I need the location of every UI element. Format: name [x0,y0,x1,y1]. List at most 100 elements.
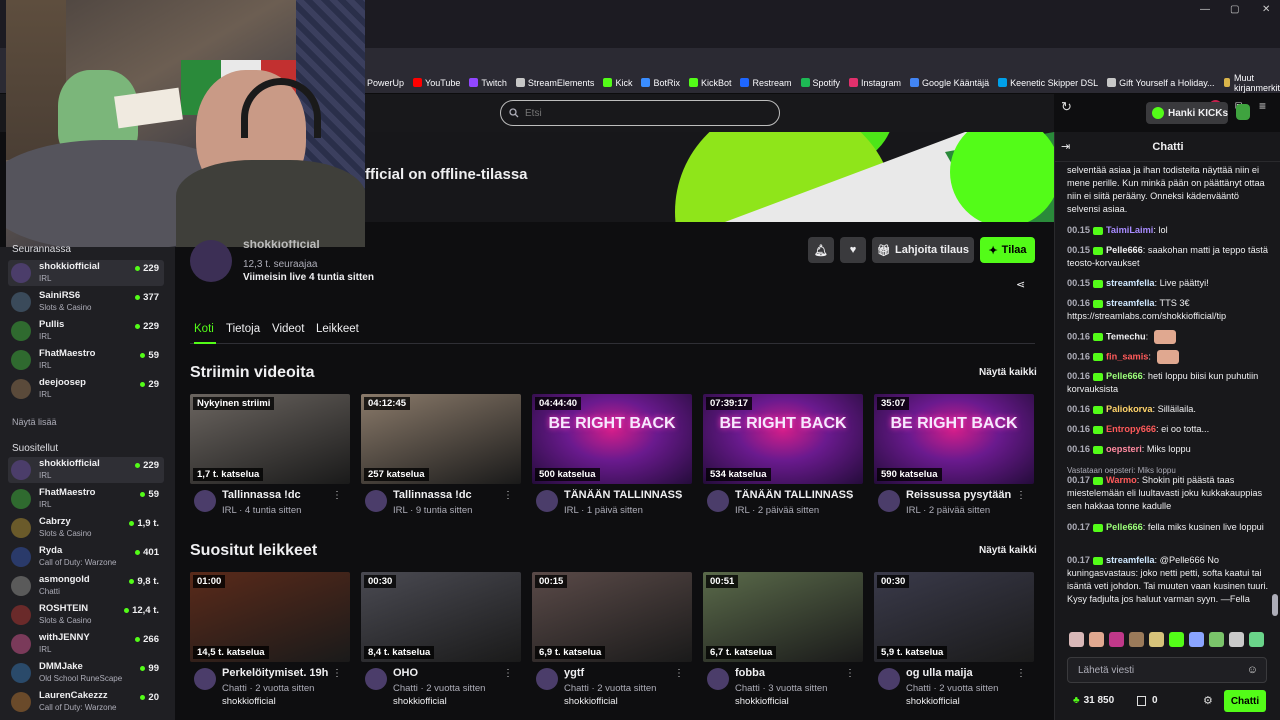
get-kicks-button[interactable]: Hanki KICKs [1146,102,1228,124]
clip-card[interactable]: 00:30 8,4 t. katselua OHO Chatti · 2 vuotta… [361,572,521,707]
channel-avatar[interactable] [194,668,216,690]
card-channel[interactable]: shokkiofficial [735,696,789,707]
chat-username[interactable]: Paliokorva [1106,404,1152,414]
sidebar-channel[interactable]: Pullis IRL 229 [8,318,164,344]
clip-card[interactable]: 00:51 6,7 t. katselua fobba Chatti · 3 vuot… [703,572,863,707]
chat-username[interactable]: streamfella [1106,555,1155,565]
more-options-icon[interactable]: ⋮ [1016,490,1026,501]
emote-icon[interactable] [1069,632,1084,647]
video-card[interactable]: BE RIGHT BACK 07:39:17 534 katselua TÄNÄÄN … [703,394,863,529]
emote-icon[interactable] [1249,632,1264,647]
gift-sub-button[interactable]: 🎁︎ Lahjoita tilaus [872,237,974,263]
tab-videot[interactable]: Videot [272,323,304,335]
bookmark-item[interactable]: Keenetic Skipper DSL [998,78,1098,88]
thumbnail[interactable]: Nykyinen striimi 1,7 t. katselua [190,394,350,484]
channel-avatar[interactable] [878,490,900,512]
close-icon[interactable]: ✕ [1262,4,1270,15]
sidebar-channel[interactable]: Ryda Call of Duty: Warzone 401 [8,544,164,570]
channel-avatar[interactable] [878,668,900,690]
reload-icon[interactable]: ↻ [1061,99,1072,115]
subscribe-button[interactable]: ✦ Tilaa [980,237,1035,263]
chat-username[interactable]: Pelle666 [1106,371,1143,381]
thumbnail[interactable]: 00:15 6,9 t. katselua [532,572,692,662]
card-title[interactable]: TÄNÄÄN TALLINNASSA [735,489,853,501]
card-channel[interactable]: shokkiofficial [564,696,618,707]
video-card[interactable]: BE RIGHT BACK 35:07 590 katselua Reissussa … [874,394,1034,529]
more-options-icon[interactable]: ⋮ [332,668,342,679]
channel-avatar[interactable] [707,490,729,512]
sidebar-channel[interactable]: shokkiofficial IRL 229 [8,260,164,286]
bookmark-item[interactable]: Restream [740,78,792,88]
chat-username[interactable]: oepsteri [1106,444,1142,454]
bookmark-item[interactable]: KickBot [688,78,731,88]
notifications-button[interactable]: 🔔︎ [808,237,834,263]
user-avatar[interactable] [1236,104,1250,120]
video-card[interactable]: 04:12:45 257 katselua Tallinnassa !dc IRL ·… [361,394,521,529]
thumbnail[interactable]: BE RIGHT BACK 04:44:40 500 katselua [532,394,692,484]
emote-icon[interactable] [1229,632,1244,647]
emote-icon[interactable] [1189,632,1204,647]
points-display[interactable]: ♣ 31 850 [1073,695,1114,706]
more-options-icon[interactable]: ⋮ [332,490,342,501]
thumbnail[interactable]: 00:51 6,7 t. katselua [703,572,863,662]
card-title[interactable]: ygtf [564,667,682,679]
chat-username[interactable]: streamfella [1106,298,1155,308]
more-options-icon[interactable]: ⋮ [503,490,513,501]
channel-avatar[interactable] [190,240,232,282]
chat-scrollbar[interactable] [1272,594,1278,616]
more-options-icon[interactable]: ⋮ [674,490,684,501]
chat-username[interactable]: Pelle666 [1106,245,1143,255]
card-title[interactable]: og ulla maija [906,667,1024,679]
chat-username[interactable]: Temechu [1106,331,1146,341]
bookmark-item[interactable]: Instagram [849,78,901,88]
tab-tietoja[interactable]: Tietoja [226,323,260,335]
emote-icon[interactable] [1089,632,1104,647]
emoji-icon[interactable]: ☺ [1247,664,1258,676]
minimize-icon[interactable]: — [1200,4,1210,15]
videos-see-all[interactable]: Näytä kaikki [979,367,1037,378]
channel-avatar[interactable] [194,490,216,512]
card-title[interactable]: Reissussa pysytään [906,489,1024,501]
chat-username[interactable]: TaimiLaimi [1106,225,1153,235]
card-title[interactable]: Tallinnassa !dc [222,489,340,501]
thumbnail[interactable]: BE RIGHT BACK 07:39:17 534 katselua [703,394,863,484]
sidebar-channel[interactable]: FhatMaestro IRL 59 [8,347,164,373]
sidebar-channel[interactable]: withJENNY IRL 266 [8,631,164,657]
more-options-icon[interactable]: ⋮ [845,490,855,501]
clip-card[interactable]: 00:30 5,9 t. katselua og ulla maija Chatti … [874,572,1034,707]
emote-icon[interactable] [1169,632,1184,647]
chat-username[interactable]: fin_samis [1106,351,1148,361]
more-options-icon[interactable]: ⋮ [845,668,855,679]
menu-icon[interactable]: ≡ [1259,99,1266,113]
emote-icon[interactable] [1129,632,1144,647]
emote-icon[interactable] [1209,632,1224,647]
search-box[interactable] [500,100,780,126]
bookmark-item[interactable]: Gift Yourself a Holiday... [1107,78,1215,88]
more-options-icon[interactable]: ⋮ [503,668,513,679]
channel-avatar[interactable] [707,668,729,690]
kicks-display[interactable]: 0 [1137,695,1158,706]
more-options-icon[interactable]: ⋮ [1016,668,1026,679]
channel-avatar[interactable] [365,668,387,690]
card-title[interactable]: OHO [393,667,511,679]
bookmark-item[interactable]: StreamElements [515,78,594,88]
maximize-icon[interactable]: ▢ [1230,4,1239,15]
sidebar-channel[interactable]: ROSHTEIN Slots & Casino 12,4 t. [8,602,164,628]
card-channel[interactable]: shokkiofficial [393,696,447,707]
thumbnail[interactable]: 04:12:45 257 katselua [361,394,521,484]
clip-card[interactable]: 01:00 14,5 t. katselua Perkelöitymiset. 19… [190,572,350,707]
emote-icon[interactable] [1149,632,1164,647]
show-more-link[interactable]: Näytä lisää [12,417,57,427]
sidebar-channel[interactable]: asmongold Chatti 9,8 t. [8,573,164,599]
video-card[interactable]: BE RIGHT BACK 04:44:40 500 katselua TÄNÄÄN … [532,394,692,529]
chat-username[interactable]: Entropy666 [1106,424,1156,434]
channel-avatar[interactable] [365,490,387,512]
sidebar-channel[interactable]: deejoosep IRL 29 [8,376,164,402]
sidebar-channel[interactable]: DMMJake Old School RuneScape 99 [8,660,164,686]
bookmark-item[interactable]: YouTube [413,78,460,88]
clip-card[interactable]: 00:15 6,9 t. katselua ygtf Chatti · 2 vuott… [532,572,692,707]
sidebar-channel[interactable]: shokkiofficial IRL 229 [8,457,164,483]
channel-avatar[interactable] [536,668,558,690]
bookmark-item[interactable]: BotRix [641,78,680,88]
sidebar-channel[interactable]: Cabrzy Slots & Casino 1,9 t. [8,515,164,541]
